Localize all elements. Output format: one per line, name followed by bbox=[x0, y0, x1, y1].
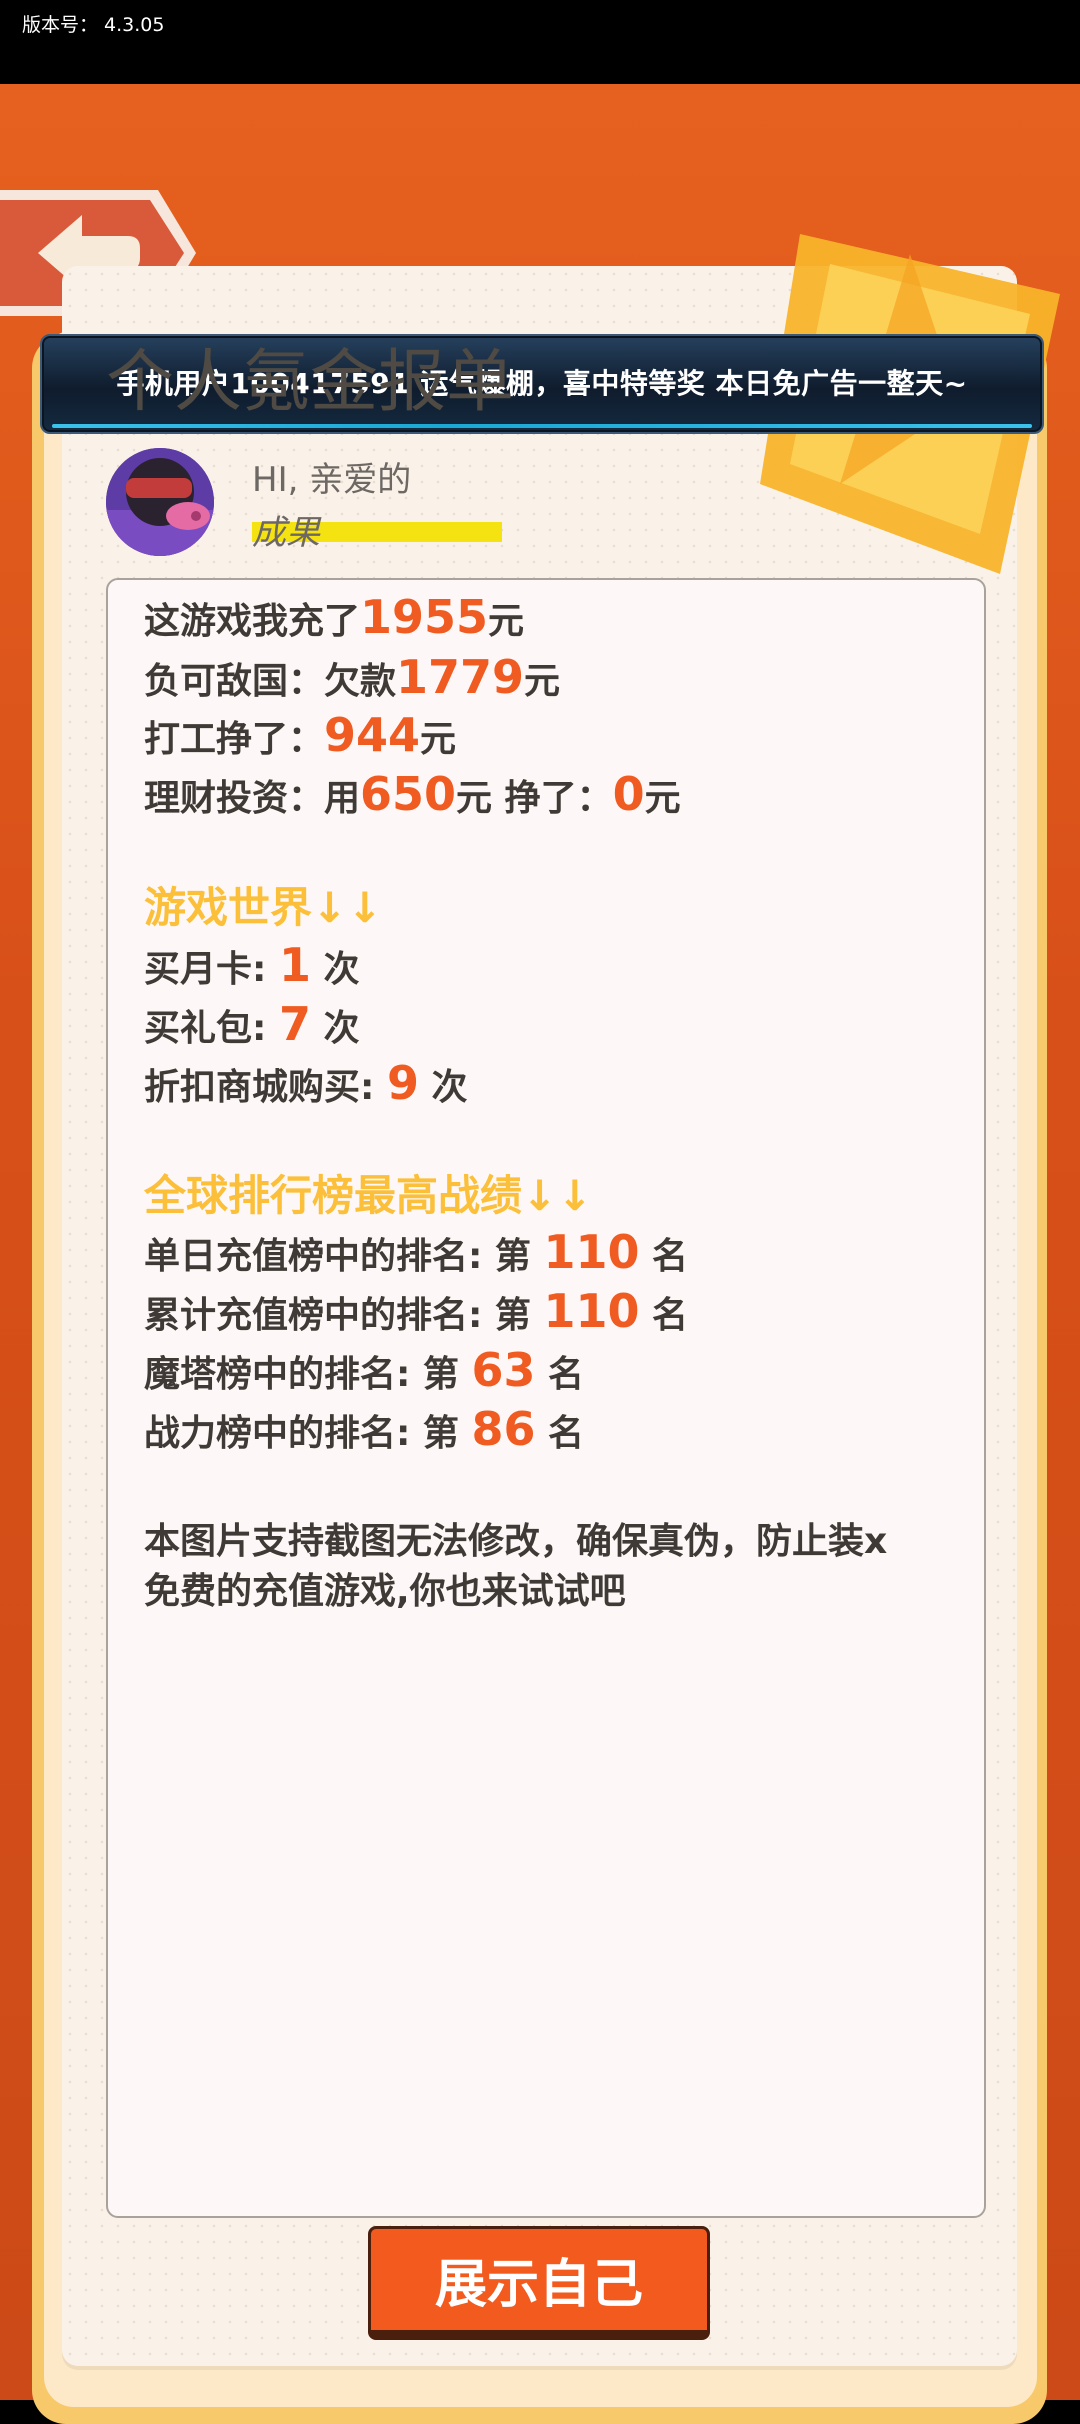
item-value: 1 bbox=[278, 938, 311, 992]
item-unit: 次 bbox=[310, 1008, 360, 1049]
stat-value: 1955 bbox=[360, 590, 489, 644]
note-line-2: 免费的充值游戏,你也来试试吧 bbox=[144, 1571, 626, 1612]
rank-value: 63 bbox=[471, 1343, 536, 1397]
stat-label: 这游戏我充了 bbox=[144, 601, 361, 642]
rank-unit: 名 bbox=[639, 1236, 689, 1277]
page-title: 个人氪金报单 bbox=[106, 344, 515, 420]
ranking-item: 魔塔榜中的排名: 第 63 名 bbox=[144, 1343, 584, 1397]
stat-line-work: 打工挣了：944元 bbox=[144, 708, 456, 762]
report-box bbox=[106, 578, 986, 2218]
stat-value-2: 0 bbox=[612, 767, 645, 821]
stat-value: 650 bbox=[360, 767, 457, 821]
stat-label: 理财投资：用 bbox=[144, 778, 361, 819]
section-heading-ranking: 全球排行榜最高战绩↓↓ bbox=[144, 1171, 593, 1220]
rank-unit: 名 bbox=[535, 1413, 585, 1454]
stat-mid: 元 挣了： bbox=[456, 778, 613, 819]
stat-value: 944 bbox=[324, 708, 421, 762]
stat-line-debt: 负可敌国：欠款1779元 bbox=[144, 650, 560, 704]
game-world-item: 折扣商城购买: 9 次 bbox=[144, 1056, 468, 1110]
greeting: HI, 亲爱的 bbox=[252, 460, 412, 500]
game-world-item: 买月卡: 1 次 bbox=[144, 938, 360, 992]
stat-unit: 元 bbox=[644, 778, 681, 819]
stat-label: 打工挣了： bbox=[144, 719, 325, 760]
stat-value: 1779 bbox=[396, 650, 525, 704]
item-label: 折扣商城购买: bbox=[144, 1067, 387, 1108]
item-unit: 次 bbox=[418, 1067, 468, 1108]
result-label: 成果 bbox=[252, 513, 320, 553]
item-unit: 次 bbox=[310, 949, 360, 990]
stat-unit: 元 bbox=[420, 719, 457, 760]
note-line-1: 本图片支持截图无法修改，确保真伪，防止装x bbox=[144, 1521, 888, 1562]
avatar bbox=[106, 448, 214, 556]
rank-label: 单日充值榜中的排名: 第 bbox=[144, 1236, 544, 1277]
stat-unit: 元 bbox=[488, 601, 525, 642]
item-value: 7 bbox=[278, 997, 311, 1051]
rank-label: 战力榜中的排名: 第 bbox=[144, 1413, 472, 1454]
item-label: 买礼包: bbox=[144, 1008, 279, 1049]
stat-unit: 元 bbox=[524, 661, 561, 702]
stat-line-invest: 理财投资：用650元 挣了：0元 bbox=[144, 767, 681, 821]
rank-value: 110 bbox=[543, 1284, 640, 1338]
rank-unit: 名 bbox=[535, 1354, 585, 1395]
ranking-item: 单日充值榜中的排名: 第 110 名 bbox=[144, 1225, 688, 1279]
item-label: 买月卡: bbox=[144, 949, 279, 990]
rank-unit: 名 bbox=[639, 1295, 689, 1336]
version-label: 版本号： 4.3.05 bbox=[22, 14, 165, 36]
section-heading-game-world: 游戏世界↓↓ bbox=[144, 883, 383, 932]
ranking-item: 战力榜中的排名: 第 86 名 bbox=[144, 1402, 584, 1456]
stat-line-recharge: 这游戏我充了1955元 bbox=[144, 590, 524, 644]
game-world-item: 买礼包: 7 次 bbox=[144, 997, 360, 1051]
version-bar: 版本号： 4.3.05 bbox=[0, 0, 1080, 84]
stat-label: 负可敌国：欠款 bbox=[144, 661, 397, 702]
show-myself-button[interactable]: 展示自己 bbox=[368, 2226, 710, 2340]
rank-label: 累计充值榜中的排名: 第 bbox=[144, 1295, 544, 1336]
ranking-item: 累计充值榜中的排名: 第 110 名 bbox=[144, 1284, 688, 1338]
item-value: 9 bbox=[386, 1056, 419, 1110]
rank-label: 魔塔榜中的排名: 第 bbox=[144, 1354, 472, 1395]
rank-value: 86 bbox=[471, 1402, 536, 1456]
rank-value: 110 bbox=[543, 1225, 640, 1279]
